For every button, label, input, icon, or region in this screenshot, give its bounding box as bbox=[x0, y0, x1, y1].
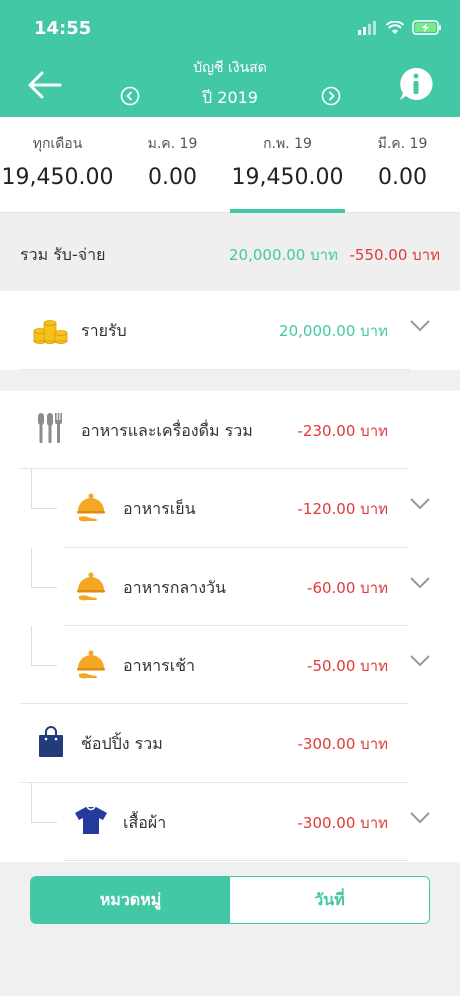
app-header: 14:55 บัญชี เงินสด ปี 2019 bbox=[0, 0, 460, 117]
income-panel: รายรับ 20,000.00 บาท bbox=[0, 291, 460, 370]
summary-bar: รวม รับ-จ่าย 20,000.00 บาท -550.00 บาท bbox=[0, 213, 460, 291]
cutlery-icon bbox=[38, 413, 62, 443]
chevron-down-icon[interactable] bbox=[410, 812, 430, 824]
food-tray-icon bbox=[77, 650, 105, 679]
tab-mar[interactable]: มี.ค. 19 0.00 bbox=[345, 117, 460, 213]
subcategory-label: อาหารเย็น bbox=[123, 499, 196, 518]
subcategory-row-clothes[interactable]: เสื้อผ้า -300.00 บาท bbox=[0, 783, 460, 861]
subcategory-label: อาหารกลางวัน bbox=[123, 578, 226, 597]
status-icons bbox=[358, 20, 442, 35]
divider bbox=[64, 860, 408, 861]
segment-category[interactable]: หมวดหมู่ bbox=[31, 877, 230, 923]
account-title: บัญชี เงินสด bbox=[193, 60, 267, 76]
food-tray-icon bbox=[77, 572, 105, 601]
summary-label: รวม รับ-จ่าย bbox=[20, 245, 106, 264]
view-segmented-control: หมวดหมู่ วันที่ bbox=[30, 876, 430, 924]
tree-connector bbox=[31, 469, 57, 509]
shopping-bag-icon bbox=[39, 726, 63, 757]
chevron-down-icon[interactable] bbox=[410, 655, 430, 667]
month-tabs: ทุกเดือน 19,450.00 ม.ค. 19 0.00 ก.พ. 19 … bbox=[0, 117, 460, 213]
subcategory-amount: -120.00 บาท bbox=[297, 500, 389, 518]
segment-date[interactable]: วันที่ bbox=[230, 877, 429, 923]
tab-jan[interactable]: ม.ค. 19 0.00 bbox=[115, 117, 230, 213]
category-row-food[interactable]: อาหารและเครื่องดื่ม รวม -230.00 บาท bbox=[0, 391, 460, 469]
income-label: รายรับ bbox=[81, 321, 127, 340]
month-label: ทุกเดือน bbox=[32, 136, 83, 152]
income-row[interactable]: รายรับ 20,000.00 บาท bbox=[0, 291, 460, 369]
shirt-icon bbox=[75, 806, 107, 834]
category-amount: -230.00 บาท bbox=[297, 422, 389, 440]
subcategory-amount: -50.00 บาท bbox=[307, 657, 388, 675]
month-value: 0.00 bbox=[378, 165, 427, 190]
tab-all-months[interactable]: ทุกเดือน 19,450.00 bbox=[0, 117, 115, 213]
year-label: ปี 2019 bbox=[202, 88, 258, 107]
category-label: ช้อปปิ้ง รวม bbox=[81, 734, 163, 753]
month-label: ม.ค. 19 bbox=[147, 136, 198, 152]
status-time: 14:55 bbox=[34, 18, 92, 39]
summary-income: 20,000.00 บาท bbox=[229, 246, 338, 264]
coins-icon bbox=[33, 320, 68, 344]
wifi-icon bbox=[386, 20, 404, 34]
food-tray-icon bbox=[77, 493, 105, 522]
chevron-down-icon[interactable] bbox=[410, 498, 430, 510]
summary-expense: -550.00 บาท bbox=[349, 246, 441, 264]
expense-panel: อาหารและเครื่องดื่ม รวม -230.00 บาท อาหา… bbox=[0, 391, 460, 862]
subcategory-row-dinner[interactable]: อาหารเย็น -120.00 บาท bbox=[0, 469, 460, 547]
subcategory-amount: -60.00 บาท bbox=[307, 579, 388, 597]
category-label: อาหารและเครื่องดื่ม รวม bbox=[81, 421, 253, 440]
month-value: 0.00 bbox=[148, 165, 197, 190]
info-icon[interactable] bbox=[398, 66, 434, 102]
subcategory-amount: -300.00 บาท bbox=[297, 814, 389, 832]
signal-icon bbox=[358, 20, 376, 35]
subcategory-label: เสื้อผ้า bbox=[123, 813, 167, 832]
chevron-down-icon[interactable] bbox=[410, 320, 430, 332]
month-label: มี.ค. 19 bbox=[377, 136, 428, 152]
income-amount: 20,000.00 บาท bbox=[279, 322, 388, 340]
tree-connector bbox=[31, 548, 57, 588]
category-row-shopping[interactable]: ช้อปปิ้ง รวม -300.00 บาท bbox=[0, 704, 460, 782]
chevron-down-icon[interactable] bbox=[410, 577, 430, 589]
month-value: 19,450.00 bbox=[231, 165, 344, 190]
next-year-icon[interactable] bbox=[321, 86, 341, 106]
category-amount: -300.00 บาท bbox=[297, 735, 389, 753]
subcategory-row-lunch[interactable]: อาหารกลางวัน -60.00 บาท bbox=[0, 548, 460, 626]
subcategory-row-breakfast[interactable]: อาหารเช้า -50.00 บาท bbox=[0, 626, 460, 704]
battery-icon bbox=[412, 20, 441, 35]
month-label: ก.พ. 19 bbox=[263, 136, 312, 152]
tree-connector bbox=[31, 626, 57, 666]
tab-feb[interactable]: ก.พ. 19 19,450.00 bbox=[230, 117, 345, 213]
subcategory-label: อาหารเช้า bbox=[123, 656, 196, 675]
divider bbox=[20, 369, 410, 370]
month-value: 19,450.00 bbox=[1, 165, 114, 190]
tree-connector bbox=[31, 783, 57, 823]
